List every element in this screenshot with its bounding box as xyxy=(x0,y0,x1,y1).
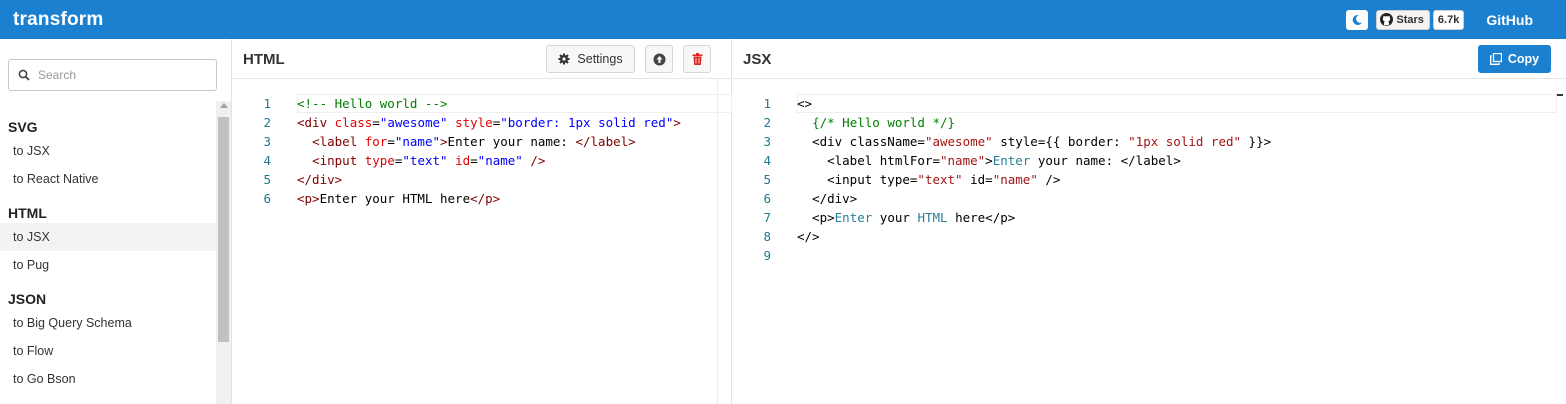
code-line: 9 xyxy=(733,246,1271,265)
github-icon xyxy=(1380,13,1394,26)
app-title[interactable]: transform xyxy=(13,9,103,31)
jsx-panel-header: JSX Copy xyxy=(733,39,1566,79)
search-input[interactable]: Search xyxy=(8,59,217,91)
sidebar-nav: SVG to JSX to React Native HTML to JSX t… xyxy=(0,107,216,393)
code-line: 6 <p>Enter your HTML here</p> xyxy=(233,189,681,208)
scrollbar-thumb[interactable] xyxy=(218,117,229,342)
code-line: 1 <!-- Hello world --> xyxy=(233,94,681,113)
sidebar-item-html-to-jsx[interactable]: to JSX xyxy=(0,223,216,251)
code-line: 2 {/* Hello world */} xyxy=(733,113,1271,132)
line-number: 4 xyxy=(263,153,271,168)
stars-count[interactable]: 6.7k xyxy=(1432,9,1465,30)
group-title-svg: SVG xyxy=(8,119,38,135)
settings-label: Settings xyxy=(577,52,623,66)
code-line: 2 <div class="awesome" style="border: 1px… xyxy=(233,113,680,132)
line-number: 1 xyxy=(263,96,271,111)
line-number: 6 xyxy=(263,191,271,206)
line-number: 5 xyxy=(763,172,771,187)
sidebar-item-json-to-big-query-schema[interactable]: to Big Query Schema xyxy=(0,309,216,337)
group-title-html: HTML xyxy=(8,205,47,221)
code-line: 8 </> xyxy=(733,227,1271,246)
sidebar-item-json-to-flow[interactable]: to Flow xyxy=(0,337,216,365)
line-number: 3 xyxy=(263,134,271,149)
code-line: 5 </div> xyxy=(233,170,681,189)
copy-icon xyxy=(1489,53,1502,65)
html-panel-header: HTML Settings xyxy=(233,39,731,79)
search-placeholder: Search xyxy=(38,68,77,82)
gear-icon xyxy=(558,53,570,65)
html-panel-title: HTML xyxy=(243,51,285,68)
line-number: 6 xyxy=(763,191,771,206)
html-editor[interactable]: 1 <!-- Hello world --> 2 <div class="aweso… xyxy=(233,94,681,208)
jsx-editor[interactable]: 1 <> 2 {/* Hello world */} 3 <div classNa… xyxy=(733,94,1271,265)
upload-button[interactable] xyxy=(645,45,673,73)
stars-label: Stars xyxy=(1396,13,1424,26)
html-editor-scrollbar[interactable] xyxy=(717,79,731,404)
line-number: 9 xyxy=(763,248,771,263)
line-number: 1 xyxy=(763,96,771,111)
jsx-panel: JSX Copy 1 <> 2 {/* Hello world */} 3 <di… xyxy=(733,39,1566,404)
code-line: 6 </div> xyxy=(733,189,1271,208)
top-bar: transform Stars 6.7k GitHub xyxy=(0,0,1566,39)
delete-button[interactable] xyxy=(683,45,711,73)
code-line: 5 <input type="text" id="name" /> xyxy=(733,170,1271,189)
line-number: 3 xyxy=(763,134,771,149)
github-stars-button[interactable]: Stars xyxy=(1376,9,1430,30)
group-title-json: JSON xyxy=(8,291,47,307)
arrow-up-circle-icon xyxy=(653,53,665,65)
copy-label: Copy xyxy=(1507,52,1540,66)
line-number: 5 xyxy=(263,172,271,187)
sidebar: Search SVG to JSX to React Native HTML t… xyxy=(0,39,232,404)
theme-toggle-button[interactable] xyxy=(1346,9,1369,30)
code-line: 4 <label htmlFor="name">Enter your name:… xyxy=(733,151,1271,170)
settings-button[interactable]: Settings xyxy=(546,45,635,73)
sidebar-item-svg-to-jsx[interactable]: to JSX xyxy=(0,137,216,165)
html-panel: HTML Settings 1 <!-- Hello world --> 2 <… xyxy=(233,39,732,404)
line-number: 2 xyxy=(263,115,271,130)
code-line: 7 <p>Enter your HTML here</p> xyxy=(733,208,1271,227)
sidebar-item-html-to-pug[interactable]: to Pug xyxy=(0,251,216,279)
code-line: 4 <input type="text" id="name" /> xyxy=(233,151,681,170)
code-line: 1 <> xyxy=(733,94,1271,113)
search-icon xyxy=(18,69,30,81)
code-line: 3 <div className="awesome" style={{ bord… xyxy=(733,132,1271,151)
trash-icon xyxy=(692,53,702,65)
sidebar-scrollbar[interactable] xyxy=(216,101,231,404)
line-number: 7 xyxy=(763,210,771,225)
line-number: 2 xyxy=(763,115,771,130)
sidebar-item-svg-to-react-native[interactable]: to React Native xyxy=(0,165,216,193)
line-number: 4 xyxy=(763,153,771,168)
jsx-panel-title: JSX xyxy=(743,51,772,68)
top-bar-actions: Stars 6.7k GitHub xyxy=(1346,0,1566,39)
moon-icon xyxy=(1353,14,1363,25)
cursor-marker xyxy=(1557,94,1563,96)
line-number: 8 xyxy=(763,229,771,244)
copy-button[interactable]: Copy xyxy=(1478,45,1551,73)
scroll-up-arrow-icon[interactable] xyxy=(220,103,228,108)
sidebar-item-json-to-go-bson[interactable]: to Go Bson xyxy=(0,365,216,393)
code-line: 3 <label for="name">Enter your name: </l… xyxy=(233,132,681,151)
github-link[interactable]: GitHub xyxy=(1486,12,1533,28)
